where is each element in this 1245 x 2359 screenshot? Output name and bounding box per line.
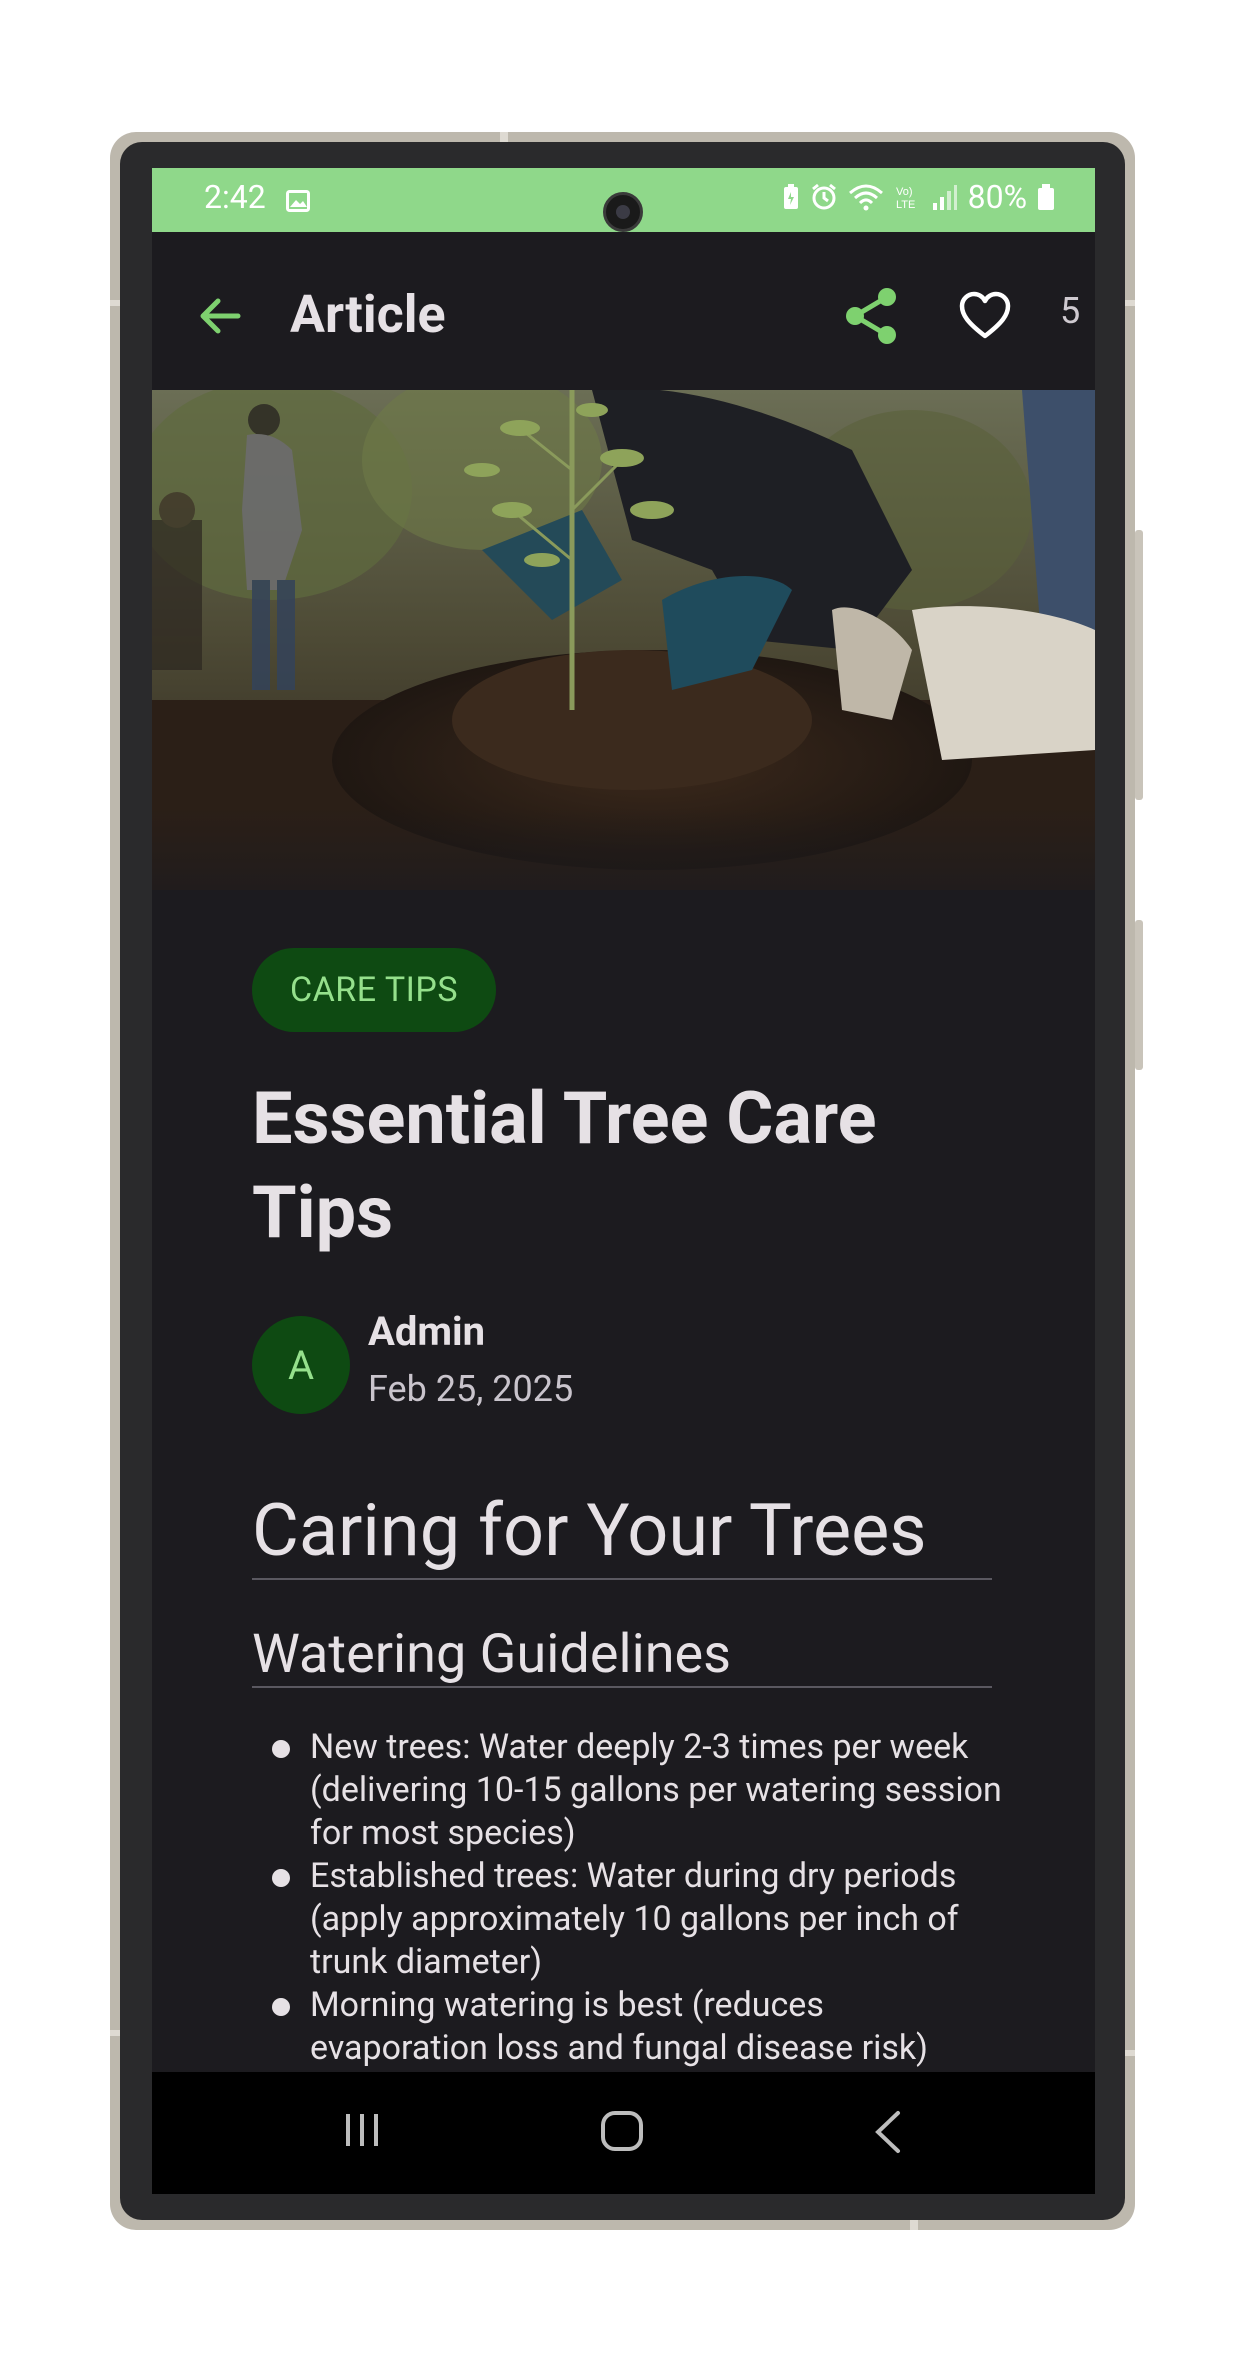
like-count: 5 bbox=[1060, 290, 1081, 332]
frame-antenna-line bbox=[500, 132, 508, 142]
list-item: Morning watering is best (reduces evapor… bbox=[268, 1984, 1008, 2070]
author-avatar: A bbox=[252, 1316, 350, 1414]
share-icon[interactable] bbox=[843, 286, 901, 346]
image-icon bbox=[286, 190, 310, 212]
bullet-icon bbox=[272, 1869, 290, 1887]
status-time: 2:42 bbox=[204, 178, 266, 216]
frame-antenna-line bbox=[110, 2030, 120, 2036]
heading-divider bbox=[252, 1578, 992, 1580]
battery-percent: 80% bbox=[967, 178, 1027, 216]
back-arrow-icon[interactable] bbox=[194, 290, 246, 342]
heart-icon[interactable] bbox=[958, 290, 1012, 342]
status-right-group: Vo) LTE 80% bbox=[782, 178, 1055, 216]
section-heading: Caring for Your Trees bbox=[252, 1488, 927, 1573]
svg-text:LTE: LTE bbox=[896, 199, 915, 211]
subheading-divider bbox=[252, 1686, 992, 1688]
power-button bbox=[1135, 920, 1143, 1070]
volume-button bbox=[1135, 530, 1143, 800]
list-item-text: Established trees: Water during dry peri… bbox=[310, 1856, 959, 1982]
watering-list: New trees: Water deeply 2-3 times per we… bbox=[268, 1726, 1008, 2070]
battery-saver-icon bbox=[783, 184, 798, 209]
list-item: New trees: Water deeply 2-3 times per we… bbox=[268, 1726, 1008, 1855]
category-chip[interactable]: CARE TIPS bbox=[252, 948, 496, 1032]
signal-icon bbox=[932, 185, 957, 210]
hero-fade bbox=[152, 808, 1095, 928]
page-title: Article bbox=[290, 284, 446, 345]
wifi-icon bbox=[848, 184, 883, 211]
recent-apps-icon[interactable] bbox=[342, 2112, 382, 2148]
status-bar: 2:42 Vo) LTE 80% bbox=[152, 168, 1095, 232]
back-icon[interactable] bbox=[870, 2110, 904, 2154]
system-nav-bar bbox=[152, 2072, 1095, 2194]
svg-text:Vo): Vo) bbox=[896, 186, 913, 198]
article-title: Essential Tree Care Tips bbox=[252, 1076, 877, 1255]
front-camera bbox=[603, 192, 643, 232]
list-item: Established trees: Water during dry peri… bbox=[268, 1855, 1008, 1984]
author-name: Admin bbox=[368, 1308, 486, 1355]
bullet-icon bbox=[272, 1740, 290, 1758]
app-bar: Article 5 bbox=[152, 232, 1095, 390]
frame-antenna-line bbox=[910, 2220, 918, 2230]
frame-antenna-line bbox=[1125, 2050, 1135, 2056]
frame-antenna-line bbox=[1125, 300, 1135, 306]
home-icon[interactable] bbox=[600, 2110, 644, 2152]
post-date: Feb 25, 2025 bbox=[368, 1368, 574, 1410]
list-item-text: New trees: Water deeply 2-3 times per we… bbox=[310, 1727, 1002, 1853]
section-subheading: Watering Guidelines bbox=[252, 1623, 732, 1686]
bullet-icon bbox=[272, 1998, 290, 2016]
alarm-icon bbox=[811, 183, 836, 210]
battery-icon bbox=[1038, 184, 1054, 210]
volte-icon: Vo) LTE bbox=[896, 186, 915, 211]
list-item-text: Morning watering is best (reduces evapor… bbox=[310, 1985, 928, 2068]
frame-antenna-line bbox=[110, 300, 120, 306]
screen: 2:42 Vo) LTE 80% Article 5 CARE TIPS Ess… bbox=[152, 168, 1095, 2194]
